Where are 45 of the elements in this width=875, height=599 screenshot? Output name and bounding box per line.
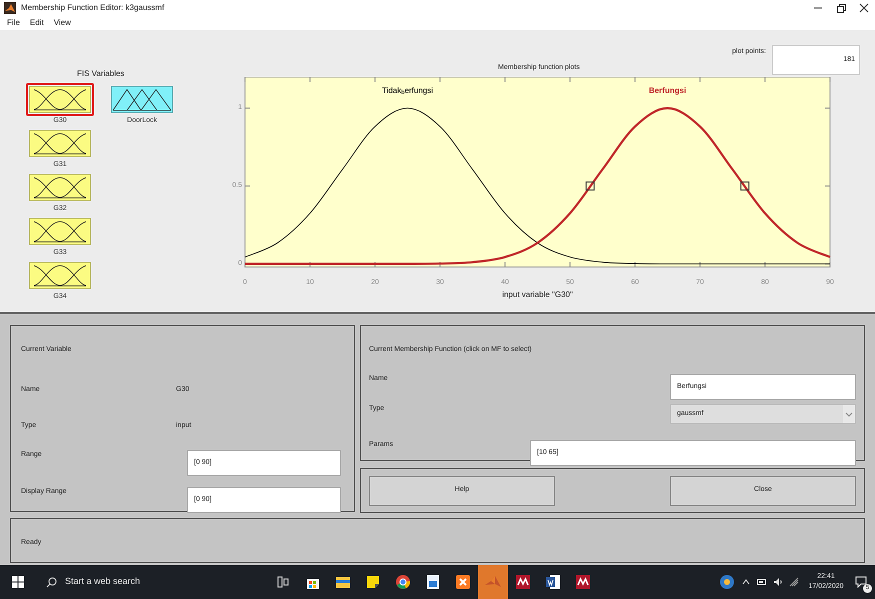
mf-label: Tidak$_{b}$erfungsi xyxy=(382,84,434,97)
browser-icon[interactable] xyxy=(396,575,410,589)
restore-icon[interactable] xyxy=(836,2,846,12)
chevron-down-icon xyxy=(843,405,855,423)
fis-variable-tile[interactable] xyxy=(26,127,94,160)
document-app-icon[interactable] xyxy=(546,575,560,589)
handle-marker[interactable] xyxy=(586,181,595,190)
fis-variable-tile[interactable] xyxy=(26,171,94,204)
close-icon[interactable] xyxy=(859,2,869,12)
notification-icon[interactable] xyxy=(855,576,867,588)
fis-variable-tile[interactable] xyxy=(26,259,94,292)
search-box[interactable]: Start a web search xyxy=(38,565,252,599)
gaussian-mf-icon xyxy=(29,86,91,113)
gaussian-mf-icon xyxy=(29,262,91,289)
x-axis-label: input variable "G30" xyxy=(502,288,573,301)
help-icon[interactable] xyxy=(720,575,734,589)
fis-variable-tile[interactable] xyxy=(26,215,94,248)
handle-marker[interactable] xyxy=(740,181,750,190)
window-title: Membership Function Editor: k3gaussmf xyxy=(21,2,164,14)
menu-item[interactable]: File xyxy=(7,16,20,28)
plot-area[interactable] xyxy=(244,76,830,268)
note-icon[interactable] xyxy=(367,576,379,588)
wifi-icon[interactable] xyxy=(789,577,799,587)
image-file-icon[interactable] xyxy=(427,575,439,589)
reference-app-icon[interactable] xyxy=(516,575,530,589)
speaker-icon[interactable] xyxy=(773,577,783,587)
gaussian-mf-icon xyxy=(29,218,91,245)
section-title: FIS Variables xyxy=(77,68,126,80)
app-icon xyxy=(4,2,16,14)
mf-label: Berfungsi xyxy=(648,84,686,97)
task-view-icon[interactable] xyxy=(277,576,289,588)
reference-app-icon[interactable] xyxy=(576,575,590,589)
folder-icon[interactable] xyxy=(336,576,350,588)
search-icon xyxy=(46,576,57,588)
x-logo-icon[interactable] xyxy=(456,575,470,589)
triangle-mf-icon xyxy=(111,86,173,113)
fis-variable-tile[interactable] xyxy=(108,83,176,116)
chevron-up-icon[interactable] xyxy=(742,578,750,586)
windows-logo-icon[interactable] xyxy=(12,576,24,588)
menu-item[interactable]: Edit xyxy=(30,16,44,28)
gaussian-mf-icon xyxy=(29,174,91,201)
battery-icon[interactable] xyxy=(757,578,767,586)
menu-item[interactable]: View xyxy=(54,16,71,28)
fis-variable-tile[interactable] xyxy=(26,83,94,116)
gaussian-mf-icon xyxy=(29,130,91,157)
